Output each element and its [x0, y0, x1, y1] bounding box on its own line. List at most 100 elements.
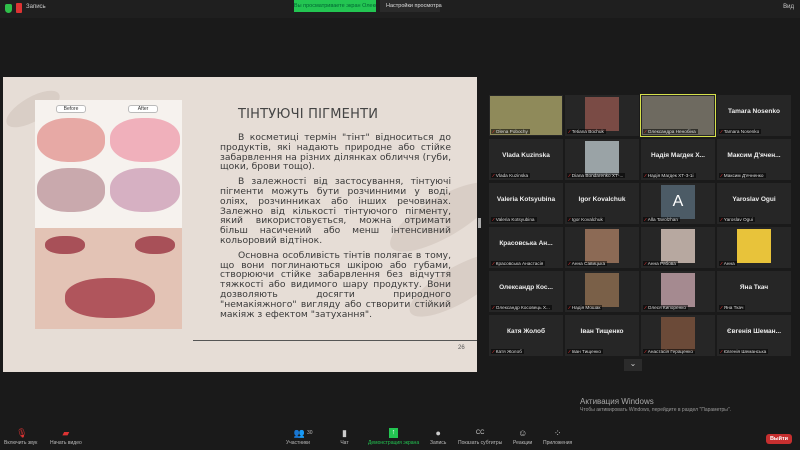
participant-tile[interactable]: ⁄ Анна Рябова	[641, 227, 715, 268]
top-bar: Запись Вы просматриваете экран Олександр…	[0, 0, 800, 18]
participant-tile[interactable]: ⁄ Tetiana Bochuk	[565, 95, 639, 136]
participant-tile[interactable]: Igor Kovalchuk ⁄ Igor Kovalchuk	[565, 183, 639, 224]
participant-display-name: Vlada Kuzinska	[502, 152, 550, 159]
participant-tile[interactable]: Яна Ткач ⁄ Яна Ткач	[717, 271, 791, 312]
muted-mic-icon: ⁄	[569, 129, 570, 134]
muted-mic-icon: ⁄	[645, 305, 646, 310]
shared-slide: Before After ТІНТУЮЧІ ПІГМЕНТИ В космети…	[3, 77, 477, 372]
participant-tile[interactable]: ⁄ Анна Савицька	[565, 227, 639, 268]
chevron-down-icon[interactable]: ⌄	[624, 359, 642, 371]
participant-label-text: Igor Kovalchuk	[571, 217, 603, 222]
participant-tile[interactable]: Yaroslav Ogui ⁄ Yaroslav Ogui	[717, 183, 791, 224]
participant-tile[interactable]: ⁄ Olena Pobochy	[489, 95, 563, 136]
participant-display-name: Надія Магдек Х...	[651, 152, 705, 159]
viewing-banner: Вы просматриваете экран Олександра Неноб…	[294, 0, 376, 12]
participant-tile[interactable]: ⁄ Олеся Кипоренко	[641, 271, 715, 312]
participant-tile[interactable]: Красовська Ан... ⁄ Красовська Анастасія	[489, 227, 563, 268]
participant-label-text: Tetiana Bochuk	[571, 129, 604, 134]
participant-tile[interactable]: Олександр Кос... ⁄ Олександр Косовець Х...	[489, 271, 563, 312]
muted-mic-icon: ⁄	[569, 349, 570, 354]
participant-tile[interactable]: ⁄ Анна	[717, 227, 791, 268]
participant-display-name: Максим Д'ячен...	[727, 152, 781, 159]
participant-display-name: Іван Тищенко	[580, 328, 624, 335]
participant-name-label: ⁄ Олександр Косовець Х...	[491, 305, 552, 310]
participant-name-label: ⁄ Alla Tavolzhan	[643, 217, 680, 222]
record-label: Запись	[430, 440, 447, 446]
after-tag: After	[128, 105, 158, 113]
chat-label: Чат	[340, 440, 349, 446]
unmute-button[interactable]: 🎙 Включить звук	[4, 428, 37, 446]
muted-mic-icon: ⁄	[721, 349, 722, 354]
muted-mic-icon: ⁄	[645, 217, 646, 222]
participant-tile[interactable]: Valeria Kotsyubina ⁄ Valeria Kotsyubina	[489, 183, 563, 224]
participant-tile[interactable]: Катя Жолоб ⁄ Катя Жолоб	[489, 315, 563, 356]
participant-name-label: ⁄ Tetiana Bochuk	[567, 129, 606, 134]
participant-label-text: Катя Жолоб	[495, 349, 522, 354]
participant-name-label: ⁄ Надія Магдек ХТ-3-1і	[643, 173, 696, 178]
participant-name-label: ⁄ Olena Pobochy	[491, 129, 530, 134]
before-tag: Before	[56, 105, 86, 113]
activation-title: Активация Windows	[580, 397, 654, 406]
muted-mic-icon: ⁄	[493, 173, 494, 178]
participant-tile[interactable]: Євгенія Шеман... ⁄ Євгенія Шеманська	[717, 315, 791, 356]
participant-display-name: Олександр Кос...	[499, 284, 553, 291]
recording-icon	[16, 3, 22, 13]
participant-display-name: Катя Жолоб	[506, 328, 546, 335]
apps-button[interactable]: ⁘ Приложения	[543, 428, 572, 446]
muted-mic-icon: ⁄	[569, 217, 570, 222]
participant-name-label: ⁄ Максим Д'ячненко	[719, 173, 766, 178]
share-screen-button[interactable]: ↑ Демонстрация экрана	[368, 428, 419, 446]
muted-mic-icon: 🎙	[16, 428, 28, 438]
participant-name-label: ⁄ Анастасія Гераценко	[643, 349, 695, 354]
slide-paragraph: Основна особливість тінтів полягає в том…	[220, 249, 451, 320]
participant-video	[737, 229, 771, 263]
start-video-label: Начать видео	[50, 440, 82, 446]
participant-name-label: ⁄ Diana Bondarenko ХТ-...	[567, 173, 626, 178]
participant-label-text: Alla Tavolzhan	[647, 217, 678, 222]
participant-tile[interactable]: A ⁄ Alla Tavolzhan	[641, 183, 715, 224]
participant-name-label: ⁄ Катя Жолоб	[491, 349, 524, 354]
participant-display-name: Igor Kovalchuk	[578, 196, 626, 203]
lips-before-image-2	[37, 168, 105, 212]
participant-video	[585, 229, 619, 263]
muted-mic-icon: ⁄	[493, 217, 494, 222]
participant-label-text: Анна Рябова	[647, 261, 676, 266]
chat-button[interactable]: ▮ Чат	[340, 428, 349, 446]
participant-label-text: Іван Тищенко	[571, 349, 602, 354]
participant-label-text: Olena Pobochy	[495, 129, 528, 134]
participant-avatar: A	[661, 185, 695, 219]
participant-tile[interactable]: Vlada Kuzinska ⁄ Vlada Kuzinska	[489, 139, 563, 180]
participant-name-label: ⁄ Valeria Kotsyubina	[491, 217, 537, 222]
participant-tile[interactable]: Tamara Nosenko ⁄ Tamara Nosenko	[717, 95, 791, 136]
muted-mic-icon: ⁄	[493, 129, 494, 134]
participant-name-label: ⁄ Олександра Ненобіна	[643, 129, 698, 134]
participant-display-name: Valeria Kotsyubina	[496, 196, 556, 203]
captions-button[interactable]: CC Показать субтитры	[458, 428, 502, 446]
participant-tile[interactable]: Максим Д'ячен... ⁄ Максим Д'ячненко	[717, 139, 791, 180]
shield-icon[interactable]	[5, 4, 12, 13]
participant-name-label: ⁄ Анна	[719, 261, 737, 266]
reactions-label: Реакции	[513, 440, 533, 446]
reactions-icon: ☺	[518, 428, 528, 438]
participant-tile[interactable]: Іван Тищенко ⁄ Іван Тищенко	[565, 315, 639, 356]
participant-tile[interactable]: Надія Магдек Х... ⁄ Надія Магдек ХТ-3-1і	[641, 139, 715, 180]
participant-name-label: ⁄ Анна Савицька	[567, 261, 608, 266]
participant-tile[interactable]: ⁄ Анастасія Гераценко	[641, 315, 715, 356]
leave-button[interactable]: Выйти	[766, 434, 792, 444]
view-button[interactable]: Вид	[783, 4, 794, 10]
slide-paragraph: В косметиці термін "тінт" відноситься до…	[220, 132, 451, 173]
participant-tile[interactable]: ⁄ Diana Bondarenko ХТ-...	[565, 139, 639, 180]
record-button[interactable]: ● Запись	[430, 428, 446, 446]
resize-handle[interactable]	[478, 218, 481, 228]
view-options-button[interactable]: Настройки просмотра	[380, 0, 442, 12]
start-video-button[interactable]: ▰ Начать видео	[50, 428, 82, 446]
lips-after-image	[110, 118, 180, 162]
participant-tile[interactable]: ⁄ Надія Мошак	[565, 271, 639, 312]
participant-video	[661, 317, 695, 351]
participant-label-text: Олександра Ненобіна	[647, 129, 696, 134]
muted-mic-icon: ⁄	[721, 173, 722, 178]
reactions-button[interactable]: ☺ Реакции	[513, 428, 532, 446]
lips-tint-image	[35, 228, 182, 329]
participant-tile[interactable]: ⁄ Олександра Ненобіна	[640, 94, 716, 137]
muted-mic-icon: ⁄	[721, 305, 722, 310]
